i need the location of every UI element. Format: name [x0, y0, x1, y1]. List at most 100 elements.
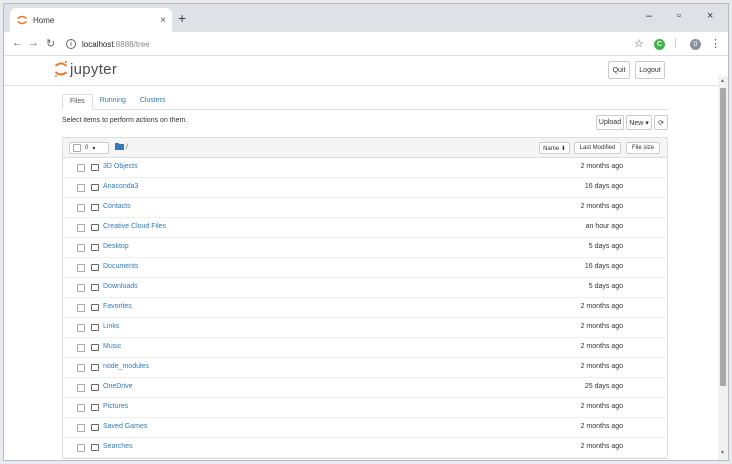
item-name-link[interactable]: Anaconda3 [103, 183, 138, 190]
item-modified: 16 days ago [584, 183, 623, 190]
scroll-down-icon[interactable]: ▼ [720, 450, 725, 456]
list-item[interactable]: Links 2 months ago [63, 318, 667, 338]
folder-icon [91, 364, 99, 371]
new-tab-button[interactable]: + [178, 10, 186, 26]
row-checkbox[interactable] [77, 384, 85, 392]
list-item[interactable]: Music 2 months ago [63, 338, 667, 358]
list-item[interactable]: Desktop 5 days ago [63, 238, 667, 258]
row-checkbox[interactable] [77, 244, 85, 252]
row-checkbox[interactable] [77, 324, 85, 332]
tab-running[interactable]: Running [93, 94, 133, 109]
chrome-menu-icon[interactable]: ⋮ [710, 37, 721, 50]
folder-icon [91, 424, 99, 431]
item-name-link[interactable]: Documents [103, 263, 138, 270]
item-name-link[interactable]: Creative Cloud Files [103, 223, 166, 230]
browser-tab-home[interactable]: Home × [10, 8, 172, 32]
breadcrumb[interactable]: / [115, 143, 128, 151]
row-checkbox[interactable] [77, 204, 85, 212]
tab-files[interactable]: Files [62, 94, 93, 110]
folder-icon [91, 264, 99, 271]
file-list: 0 ▾ / Name ⬇ Last Modified File size 3D … [62, 137, 668, 459]
info-icon[interactable]: i [66, 39, 76, 49]
minimize-button[interactable]: – [646, 10, 652, 22]
row-checkbox[interactable] [77, 164, 85, 172]
url-field[interactable]: i localhost:8888/tree [66, 35, 636, 53]
row-checkbox[interactable] [77, 264, 85, 272]
list-item[interactable]: 3D Objects 2 months ago [63, 158, 667, 178]
scroll-up-icon[interactable]: ▲ [720, 78, 725, 84]
item-modified: 2 months ago [580, 423, 623, 430]
select-all-dropdown[interactable]: 0 ▾ [69, 142, 109, 154]
list-item[interactable]: Documents 16 days ago [63, 258, 667, 278]
profile-avatar[interactable]: 0 [690, 39, 701, 50]
folder-icon [91, 224, 99, 231]
item-name-link[interactable]: OneDrive [103, 383, 133, 390]
folder-icon [91, 284, 99, 291]
folder-icon [91, 344, 99, 351]
item-name-link[interactable]: Links [103, 323, 119, 330]
select-all-checkbox[interactable] [73, 144, 81, 152]
item-modified: 2 months ago [580, 343, 623, 350]
logout-button[interactable]: Logout [635, 61, 665, 79]
close-window-button[interactable]: × [707, 10, 713, 22]
item-name-link[interactable]: Favorites [103, 303, 132, 310]
refresh-icon[interactable]: ⟳ [654, 115, 668, 130]
list-item[interactable]: Contacts 2 months ago [63, 198, 667, 218]
item-name-link[interactable]: Music [103, 343, 121, 350]
row-checkbox[interactable] [77, 184, 85, 192]
forward-icon[interactable]: → [28, 37, 39, 49]
row-checkbox[interactable] [77, 304, 85, 312]
jupyter-logo[interactable]: jupyter [54, 60, 117, 78]
row-checkbox[interactable] [77, 344, 85, 352]
row-checkbox[interactable] [77, 364, 85, 372]
list-item[interactable]: node_modules 2 months ago [63, 358, 667, 378]
maximize-button[interactable]: ▫ [677, 10, 681, 22]
folder-icon [115, 143, 124, 150]
row-checkbox[interactable] [77, 284, 85, 292]
row-checkbox[interactable] [77, 444, 85, 452]
dashboard-tabs: Files Running Clusters [62, 94, 668, 110]
row-checkbox[interactable] [77, 404, 85, 412]
item-name-link[interactable]: node_modules [103, 363, 149, 370]
item-modified: 5 days ago [588, 283, 623, 290]
scrollbar-thumb[interactable] [720, 88, 726, 386]
back-icon[interactable]: ← [12, 37, 23, 49]
selection-hint: Select items to perform actions on them. [62, 117, 188, 124]
sort-by-name-button[interactable]: Name ⬇ [539, 142, 570, 154]
row-checkbox[interactable] [77, 424, 85, 432]
list-item[interactable]: Saved Games 2 months ago [63, 418, 667, 438]
item-name-link[interactable]: 3D Objects [103, 163, 138, 170]
list-item[interactable]: Pictures 2 months ago [63, 398, 667, 418]
folder-icon [91, 184, 99, 191]
list-item[interactable]: Searches 2 months ago [63, 438, 667, 458]
sort-by-modified-button[interactable]: Last Modified [574, 142, 621, 154]
reload-icon[interactable]: ↻ [46, 37, 55, 50]
address-bar: ← → ↻ i localhost:8888/tree ☆ C | 0 ⋮ [4, 32, 728, 56]
breadcrumb-root[interactable]: / [126, 144, 128, 151]
item-name-link[interactable]: Searches [103, 443, 133, 450]
list-item[interactable]: OneDrive 25 days ago [63, 378, 667, 398]
list-item[interactable]: Favorites 2 months ago [63, 298, 667, 318]
item-name-link[interactable]: Contacts [103, 203, 131, 210]
quit-button[interactable]: Quit [608, 61, 630, 79]
row-checkbox[interactable] [77, 224, 85, 232]
tab-close-icon[interactable]: × [160, 15, 166, 26]
folder-icon [91, 244, 99, 251]
list-item[interactable]: Anaconda3 16 days ago [63, 178, 667, 198]
upload-button[interactable]: Upload [596, 115, 624, 130]
item-name-link[interactable]: Pictures [103, 403, 128, 410]
item-name-link[interactable]: Desktop [103, 243, 129, 250]
list-item[interactable]: Creative Cloud Files an hour ago [63, 218, 667, 238]
page-scrollbar[interactable]: ▲ ▼ [718, 76, 728, 460]
bookmark-star-icon[interactable]: ☆ [634, 37, 644, 50]
new-dropdown-button[interactable]: New ▾ [626, 115, 652, 130]
tab-strip: Home × + – ▫ × [4, 4, 728, 32]
sort-by-size-button[interactable]: File size [626, 142, 660, 154]
item-modified: 2 months ago [580, 323, 623, 330]
tab-clusters[interactable]: Clusters [133, 94, 173, 109]
item-name-link[interactable]: Downloads [103, 283, 138, 290]
item-modified: an hour ago [585, 223, 623, 230]
list-item[interactable]: Downloads 5 days ago [63, 278, 667, 298]
item-name-link[interactable]: Saved Games [103, 423, 147, 430]
extension-icon[interactable]: C [654, 39, 665, 50]
